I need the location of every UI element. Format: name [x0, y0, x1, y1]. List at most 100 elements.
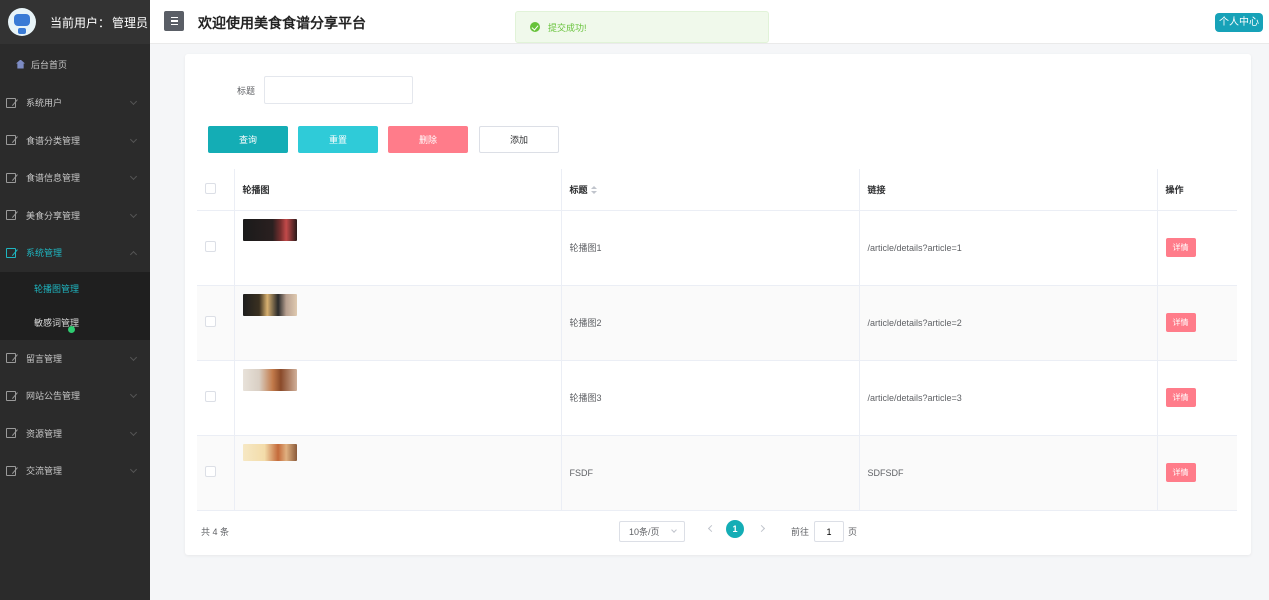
- check-circle-icon: [530, 22, 540, 32]
- sidebar-item-label: 食谱信息管理: [26, 173, 81, 184]
- search-title-input[interactable]: [264, 76, 413, 104]
- home-icon: [16, 59, 25, 69]
- image-cell: [234, 360, 562, 436]
- row-checkbox[interactable]: [205, 241, 216, 252]
- delete-button[interactable]: 删除: [388, 126, 468, 153]
- column-header-title-label: 标题: [569, 184, 588, 195]
- sidebar-item-label: 留言管理: [26, 353, 63, 364]
- row-select-cell: [197, 435, 235, 511]
- detail-button[interactable]: 详情: [1165, 463, 1196, 482]
- image-cell: [234, 210, 562, 286]
- menu-toggle-icon[interactable]: [164, 11, 184, 31]
- sidebar-menu: 后台首页 系统用户 食谱分类管理 食谱信息管理 美食分享管理 系统管理 轮播图管…: [0, 44, 150, 490]
- link-cell: SDFSDF: [859, 435, 1158, 511]
- next-page-icon[interactable]: [757, 524, 766, 533]
- carousel-thumbnail[interactable]: [242, 293, 297, 316]
- chevron-down-icon: [129, 97, 138, 106]
- goto-label: 前往: [791, 527, 810, 537]
- row-checkbox[interactable]: [205, 466, 216, 477]
- goto-suffix: 页: [848, 527, 858, 537]
- edit-icon: [6, 247, 16, 258]
- user-center-button[interactable]: 个人中心: [1215, 13, 1263, 32]
- detail-button[interactable]: 详情: [1165, 238, 1196, 257]
- sidebar-item-resources[interactable]: 资源管理: [0, 415, 150, 453]
- toast-message: 提交成功!: [548, 22, 587, 33]
- sidebar-item-food-share[interactable]: 美食分享管理: [0, 197, 150, 235]
- title-cell: 轮播图3: [561, 360, 860, 436]
- success-toast: 提交成功!: [515, 11, 769, 43]
- sidebar-item-label: 交流管理: [26, 466, 63, 477]
- table-header-row: 轮播图 标题 链接 操作: [197, 169, 1237, 211]
- content-card: 标题 查询 重置 删除 添加 轮播图 标题 链接 操作 轮播图1 /articl…: [185, 54, 1251, 555]
- sidebar-item-messages[interactable]: 留言管理: [0, 340, 150, 378]
- sidebar-subitem-sensitive-words[interactable]: 敏感词管理: [0, 306, 150, 340]
- carousel-thumbnail[interactable]: [242, 443, 297, 461]
- carousel-thumbnail[interactable]: [242, 368, 297, 391]
- carousel-table: 轮播图 标题 链接 操作 轮播图1 /article/details?artic…: [197, 169, 1237, 511]
- sidebar-item-label: 网站公告管理: [26, 391, 81, 402]
- table-row: 轮播图3 /article/details?article=3 详情: [197, 360, 1237, 436]
- sidebar-item-label: 后台首页: [31, 59, 68, 70]
- row-checkbox[interactable]: [205, 316, 216, 327]
- title-cell: 轮播图1: [561, 210, 860, 286]
- sidebar-subitem-carousel[interactable]: 轮播图管理: [0, 272, 150, 306]
- goto-page-input[interactable]: [814, 521, 844, 542]
- sidebar-item-home[interactable]: 后台首页: [0, 44, 150, 84]
- prev-page-icon[interactable]: [707, 524, 716, 533]
- edit-icon: [6, 465, 16, 476]
- sidebar-header: 当前用户： 管理员: [0, 0, 150, 44]
- select-all-checkbox[interactable]: [205, 182, 216, 194]
- chevron-down-icon: [129, 172, 138, 181]
- chevron-up-icon: [129, 250, 138, 259]
- detail-button[interactable]: 详情: [1165, 388, 1196, 407]
- total-count: 共 4 条: [201, 527, 230, 537]
- avatar: [8, 8, 36, 36]
- page-size-select[interactable]: 10条/页: [619, 521, 685, 542]
- column-header-action: 操作: [1157, 169, 1237, 211]
- edit-icon: [6, 135, 16, 146]
- sidebar-item-communication[interactable]: 交流管理: [0, 452, 150, 490]
- chevron-down-icon: [129, 465, 138, 474]
- sidebar-item-recipe-info[interactable]: 食谱信息管理: [0, 159, 150, 197]
- row-select-cell: [197, 360, 235, 436]
- edit-icon: [6, 210, 16, 221]
- chevron-down-icon: [129, 135, 138, 143]
- current-user-name: 管理员: [112, 15, 149, 30]
- image-cell: [234, 435, 562, 511]
- table-row: 轮播图2 /article/details?article=2 详情: [197, 285, 1237, 361]
- sidebar-item-announcements[interactable]: 网站公告管理: [0, 377, 150, 415]
- action-cell: 详情: [1157, 435, 1237, 511]
- chevron-down-icon: [129, 390, 138, 399]
- sort-icon[interactable]: [590, 185, 597, 195]
- sidebar-item-label: 美食分享管理: [26, 210, 81, 221]
- table-row: FSDF SDFSDF 详情: [197, 435, 1237, 511]
- row-checkbox[interactable]: [205, 391, 216, 402]
- table-row: 轮播图1 /article/details?article=1 详情: [197, 210, 1237, 286]
- row-select-cell: [197, 285, 235, 361]
- column-header-title[interactable]: 标题: [561, 169, 860, 211]
- reset-button[interactable]: 重置: [298, 126, 378, 153]
- chevron-down-icon: [671, 527, 677, 533]
- current-user: 当前用户： 管理员: [50, 14, 148, 31]
- column-header-image: 轮播图: [234, 169, 562, 211]
- chevron-down-icon: [129, 428, 138, 436]
- sidebar-item-system-management[interactable]: 系统管理: [0, 234, 150, 272]
- action-cell: 详情: [1157, 360, 1237, 436]
- detail-button[interactable]: 详情: [1165, 313, 1196, 332]
- chevron-down-icon: [129, 210, 138, 218]
- query-button[interactable]: 查询: [208, 126, 288, 153]
- page-size-value: 10条/页: [629, 527, 660, 537]
- sidebar-item-label: 资源管理: [26, 428, 63, 439]
- sidebar-item-system-users[interactable]: 系统用户: [0, 84, 150, 122]
- column-header-link: 链接: [859, 169, 1158, 211]
- page-number-current[interactable]: 1: [726, 520, 744, 538]
- carousel-thumbnail[interactable]: [242, 218, 297, 241]
- title-cell: FSDF: [561, 435, 860, 511]
- current-user-prefix: 当前用户：: [50, 15, 111, 30]
- sidebar-item-recipe-category[interactable]: 食谱分类管理: [0, 122, 150, 160]
- add-button[interactable]: 添加: [479, 126, 559, 153]
- edit-icon: [6, 97, 16, 108]
- action-cell: 详情: [1157, 210, 1237, 286]
- sidebar: 当前用户：管理员 后台首页 系统用户 食谱分类管理 食谱信息管理 美食分享管理: [0, 0, 150, 600]
- link-cell: /article/details?article=3: [859, 360, 1158, 436]
